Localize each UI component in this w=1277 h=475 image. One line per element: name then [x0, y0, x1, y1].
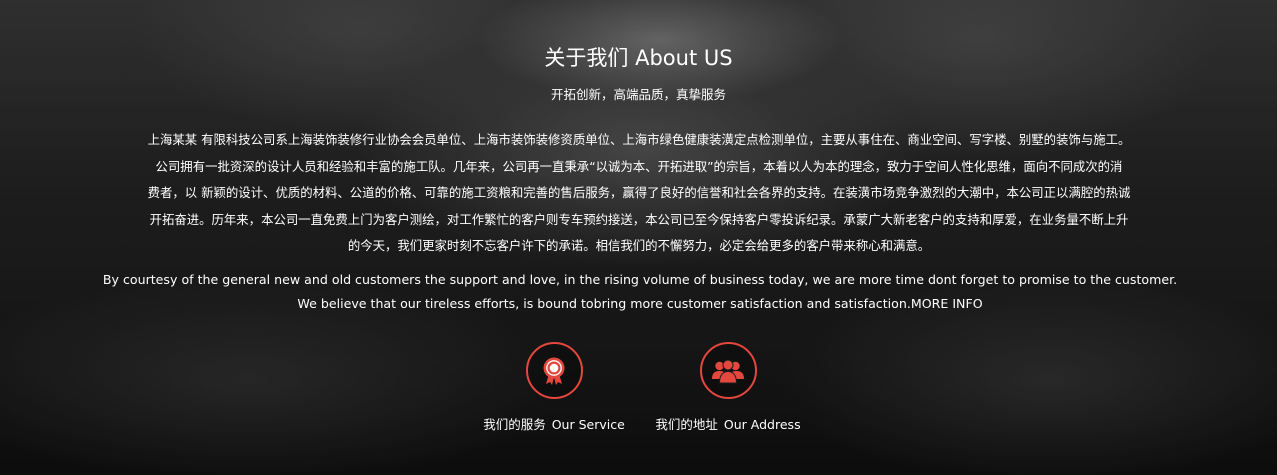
- description-line: 的今天，我们更家时刻不忘客户许下的承诺。相信我们的不懈努力，必定会给更多的客户带…: [347, 238, 931, 253]
- english-description: By courtesy of the general new and old c…: [60, 268, 1220, 316]
- description-line: 公司拥有一批资深的设计人员和经验和丰富的施工队。几年来，公司再一直秉承“以诚为本…: [155, 158, 1123, 174]
- users-group-icon: [712, 359, 744, 383]
- address-label: 我们的地址 Our Address: [638, 416, 818, 434]
- english-line-2-text: We believe that our tireless efforts, is…: [297, 296, 911, 311]
- service-label-en: Our Service: [551, 417, 625, 432]
- more-info-link[interactable]: MORE INFO: [911, 296, 983, 311]
- english-line-2: We believe that our tireless efforts, is…: [60, 292, 1220, 316]
- about-section: 关于我们 About US 开拓创新，高端品质，真挚服务 上海某某 有限科技公司…: [0, 0, 1277, 475]
- description-line: 开拓奋进。历年来，本公司一直免费上门为客户测绘，对工作繁忙的客户则专车预约接送，…: [149, 211, 1129, 227]
- service-label-cn: 我们的服务: [483, 417, 546, 432]
- our-service-button[interactable]: 我们的服务 Our Service: [464, 342, 644, 434]
- section-title: 关于我们 About US: [544, 46, 733, 70]
- address-label-cn: 我们的地址: [655, 417, 718, 432]
- address-icon-circle[interactable]: [699, 342, 757, 399]
- our-address-button[interactable]: 我们的地址 Our Address: [638, 342, 818, 434]
- service-label: 我们的服务 Our Service: [464, 416, 644, 434]
- address-label-en: Our Address: [723, 417, 801, 432]
- description-line: 上海某某 有限科技公司系上海装饰装修行业协会会员单位、上海市装饰装修资质单位、上…: [147, 132, 1131, 147]
- service-icon-circle[interactable]: [525, 342, 583, 399]
- description-line: 费者，以 新颖的设计、优质的材料、公道的价格、可靠的施工资粮和完善的售后服务，赢…: [147, 185, 1131, 200]
- chinese-description: 上海某某 有限科技公司系上海装饰装修行业协会会员单位、上海市装饰装修资质单位、上…: [128, 127, 1150, 260]
- english-line-1: By courtesy of the general new and old c…: [102, 272, 1178, 287]
- section-subtitle: 开拓创新，高端品质，真挚服务: [550, 87, 726, 102]
- award-ribbon-icon: [543, 357, 565, 385]
